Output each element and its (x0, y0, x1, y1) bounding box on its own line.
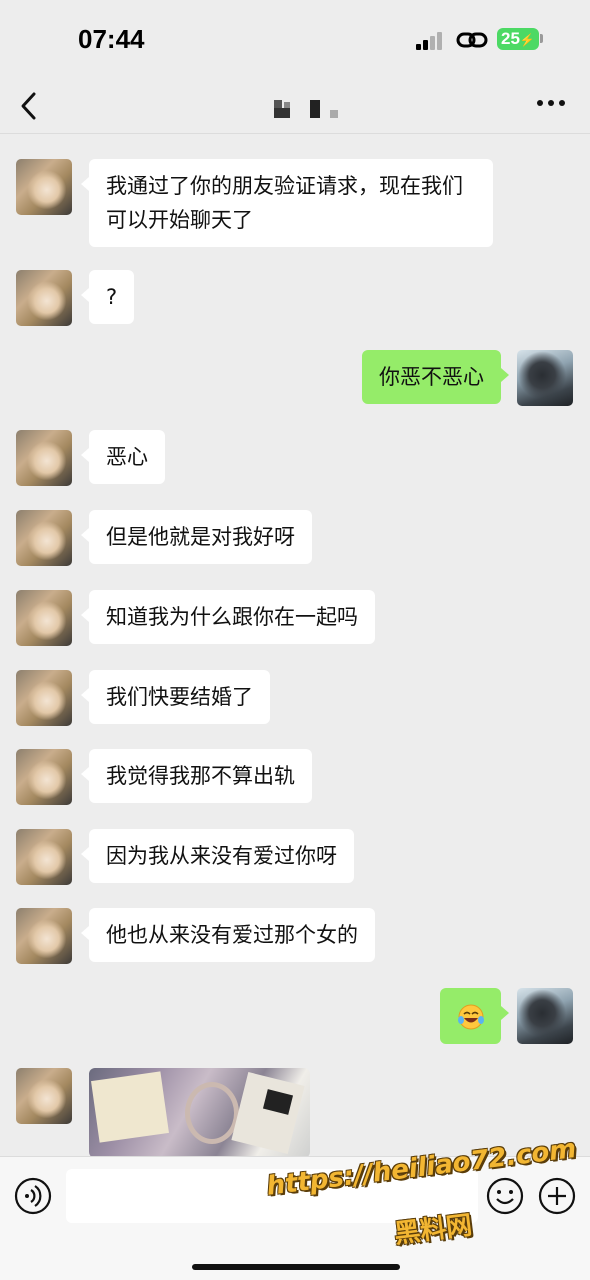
link-icon (456, 32, 488, 48)
my-avatar[interactable] (517, 350, 573, 406)
plus-icon[interactable] (538, 1177, 576, 1215)
message-bubble[interactable]: 我们快要结婚了 (81, 670, 270, 724)
status-time: 07:44 (78, 24, 145, 54)
chat-area[interactable]: 我通过了你的朋友验证请求，现在我们可以开始聊天了 ? 你恶不恶心 恶心 但是他就… (0, 134, 590, 1156)
message-row: 我觉得我那不算出轨 (0, 749, 590, 805)
battery-tip (540, 34, 543, 43)
contact-avatar[interactable] (16, 510, 72, 566)
message-row: 我们快要结婚了 (0, 670, 590, 726)
contact-avatar[interactable] (16, 670, 72, 726)
signal-icon (416, 30, 448, 50)
message-bubble[interactable]: 我通过了你的朋友验证请求，现在我们可以开始聊天了 (81, 159, 493, 247)
battery-icon: 25⚡ (497, 28, 539, 50)
contact-avatar[interactable] (16, 1068, 72, 1124)
home-indicator (192, 1264, 400, 1270)
nav-bar (0, 80, 590, 134)
message-row: 恶心 (0, 430, 590, 486)
message-bubble[interactable]: 但是他就是对我好呀 (81, 510, 312, 564)
message-bubble[interactable]: 我觉得我那不算出轨 (81, 749, 312, 803)
chat-title-obscured (272, 98, 344, 120)
contact-avatar[interactable] (16, 430, 72, 486)
message-row: 我通过了你的朋友验证请求，现在我们可以开始聊天了 (0, 159, 590, 247)
contact-avatar[interactable] (16, 829, 72, 885)
battery-level: 25 (501, 29, 520, 48)
message-row: 因为我从来没有爱过你呀 (0, 829, 590, 885)
message-bubble[interactable]: 因为我从来没有爱过你呀 (81, 829, 354, 883)
message-bubble[interactable]: 你恶不恶心 (362, 350, 509, 404)
message-row (0, 988, 590, 1044)
contact-avatar[interactable] (16, 590, 72, 646)
emoji-icon[interactable] (486, 1177, 524, 1215)
message-row: 他也从来没有爱过那个女的 (0, 908, 590, 964)
more-dots-icon[interactable] (537, 100, 565, 108)
message-bubble[interactable]: 知道我为什么跟你在一起吗 (81, 590, 375, 644)
status-bar: 07:44 25⚡ (0, 0, 590, 80)
emoji-message-bubble[interactable] (440, 988, 509, 1044)
contact-avatar[interactable] (16, 270, 72, 326)
image-detail (91, 1071, 169, 1143)
chevron-left-icon[interactable] (18, 90, 40, 122)
message-row: 你恶不恶心 (0, 350, 590, 406)
image-detail (185, 1082, 239, 1144)
message-bubble[interactable]: ? (80, 270, 135, 324)
message-row: 但是他就是对我好呀 (0, 510, 590, 566)
contact-avatar[interactable] (16, 749, 72, 805)
laughing-crying-emoji-icon (458, 1004, 484, 1030)
message-row: ? (0, 270, 590, 326)
message-bubble[interactable]: 他也从来没有爱过那个女的 (81, 908, 375, 962)
contact-avatar[interactable] (16, 908, 72, 964)
voice-icon[interactable] (14, 1177, 52, 1215)
message-bubble[interactable]: 恶心 (81, 430, 165, 484)
my-avatar[interactable] (517, 988, 573, 1044)
image-detail (231, 1072, 305, 1154)
image-message[interactable] (89, 1068, 310, 1156)
contact-avatar[interactable] (16, 159, 72, 215)
message-row: 知道我为什么跟你在一起吗 (0, 590, 590, 646)
